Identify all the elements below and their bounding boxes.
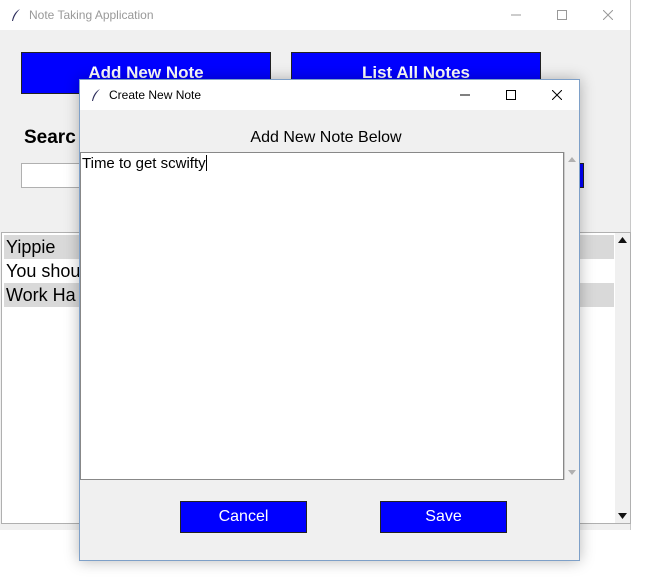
- close-icon: [603, 10, 613, 20]
- close-icon: [552, 90, 562, 100]
- dialog-heading: Add New Note Below: [250, 129, 402, 146]
- scroll-down-icon[interactable]: [618, 513, 627, 519]
- save-button[interactable]: Save: [380, 501, 507, 533]
- main-titlebar[interactable]: Note Taking Application: [0, 0, 630, 30]
- create-note-dialog: Create New Note Add New Note Below Time …: [79, 79, 580, 561]
- maximize-button[interactable]: [539, 0, 585, 30]
- dialog-maximize-button[interactable]: [488, 80, 534, 110]
- minimize-icon: [511, 14, 521, 16]
- note-text: Time to get scwifty: [82, 155, 206, 172]
- scroll-up-icon[interactable]: [618, 237, 627, 243]
- list-scrollbar[interactable]: [615, 233, 630, 523]
- save-button-label: Save: [425, 508, 462, 525]
- list-item-label: You shou: [6, 261, 81, 281]
- scroll-up-icon[interactable]: [568, 157, 576, 162]
- maximize-icon: [506, 90, 516, 100]
- scroll-down-icon[interactable]: [568, 470, 576, 475]
- textarea-scrollbar[interactable]: [564, 152, 579, 480]
- search-label: Searc: [24, 127, 76, 148]
- list-item-label: Yippie: [6, 237, 56, 257]
- minimize-button[interactable]: [493, 0, 539, 30]
- main-window-title: Note Taking Application: [29, 8, 154, 22]
- note-textarea[interactable]: Time to get scwifty: [80, 152, 564, 480]
- dialog-titlebar[interactable]: Create New Note: [80, 80, 579, 110]
- list-item-label: Work Ha: [6, 285, 76, 305]
- feather-icon: [12, 9, 20, 21]
- maximize-icon: [557, 10, 567, 20]
- close-button[interactable]: [585, 0, 631, 30]
- text-caret: [205, 155, 207, 171]
- dialog-close-button[interactable]: [534, 80, 580, 110]
- cancel-button[interactable]: Cancel: [180, 501, 307, 533]
- dialog-title: Create New Note: [109, 88, 202, 102]
- dialog-minimize-button[interactable]: [442, 80, 488, 110]
- cancel-button-label: Cancel: [218, 508, 269, 525]
- minimize-icon: [460, 94, 470, 96]
- feather-icon: [92, 89, 100, 101]
